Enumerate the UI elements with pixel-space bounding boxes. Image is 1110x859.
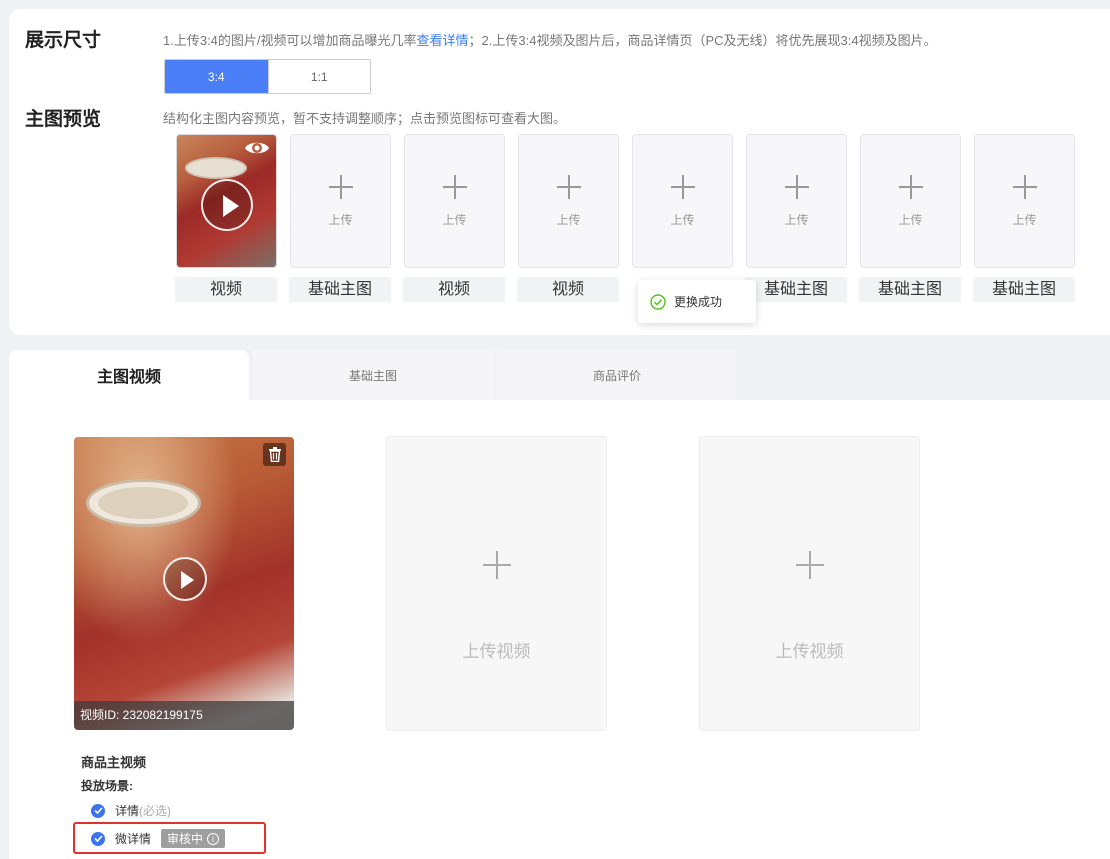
upload-thumb[interactable]: 上传 xyxy=(404,134,505,268)
scene-option-detail[interactable]: 详情 (必选) xyxy=(91,802,171,819)
video-id: 视频ID: 232082199175 xyxy=(74,701,294,730)
ratio-1-1-button[interactable]: 1:1 xyxy=(267,60,370,93)
thumb-caption: 基础主图 xyxy=(973,277,1075,302)
upload-label: 上传 xyxy=(442,213,467,227)
ratio-toggle: 3:4 1:1 xyxy=(164,59,371,94)
display-size-hint-text-2: ；2.上传3:4视频及图片后，商品详情页（PC及无线）将优先展现3:4视频及图片… xyxy=(468,33,937,48)
upload-thumb[interactable]: 上传 xyxy=(632,134,733,268)
upload-video-label: 上传视频 xyxy=(462,642,531,661)
check-icon xyxy=(93,807,103,814)
plus-icon xyxy=(442,175,467,199)
upload-video-label: 上传视频 xyxy=(775,642,844,661)
media-tabs: 主图视频 基础主图 商品评价 xyxy=(9,350,1110,400)
upload-thumb[interactable]: 上传 xyxy=(860,134,961,268)
thumb-caption: 基础主图 xyxy=(745,277,847,302)
thumb-caption: 基础主图 xyxy=(289,277,391,302)
display-size-hint-text-1: 1.上传3:4的图片/视频可以增加商品曝光几率 xyxy=(163,33,417,48)
main-video-panel: 视频ID: 232082199175 上传视频 上传视频 商品主视频 投放场景:… xyxy=(9,400,1110,859)
upload-label: 上传 xyxy=(670,213,695,227)
main-preview-hint: 结构化主图内容预览，暂不支持调整顺序；点击预览图标可查看大图。 xyxy=(163,111,567,126)
scene-label: 投放场景: xyxy=(81,779,133,793)
thumb-caption: 视频 xyxy=(517,277,619,302)
eye-icon[interactable] xyxy=(244,139,270,157)
upload-label: 上传 xyxy=(1012,213,1037,227)
main-preview-title: 主图预览 xyxy=(25,109,102,130)
upload-thumb[interactable]: 上传 xyxy=(974,134,1075,268)
upload-thumb[interactable]: 上传 xyxy=(518,134,619,268)
trash-icon xyxy=(268,447,281,462)
thumb-caption: 基础主图 xyxy=(859,277,961,302)
thumb-caption: 视频 xyxy=(175,277,277,302)
play-icon[interactable] xyxy=(201,179,253,231)
display-size-hint: 1.上传3:4的图片/视频可以增加商品曝光几率查看详情；2.上传3:4视频及图片… xyxy=(163,30,937,49)
delete-button[interactable] xyxy=(263,443,286,466)
tab-main-video[interactable]: 主图视频 xyxy=(9,350,249,400)
plus-icon xyxy=(795,551,824,579)
toast-text: 更换成功 xyxy=(674,295,723,309)
display-size-title: 展示尺寸 xyxy=(25,30,102,51)
upload-video-slot[interactable]: 上传视频 xyxy=(386,436,607,731)
plus-icon xyxy=(898,175,923,199)
check-circle-icon xyxy=(650,293,666,310)
thumb-caption: 视频 xyxy=(403,277,505,302)
ratio-3-4-button[interactable]: 3:4 xyxy=(165,60,268,93)
view-details-link[interactable]: 查看详情 xyxy=(417,33,469,48)
plus-icon xyxy=(1012,175,1037,199)
required-note: (必选) xyxy=(139,804,172,818)
success-toast: 更换成功 xyxy=(638,280,756,323)
upload-thumb[interactable]: 上传 xyxy=(746,134,847,268)
plus-icon xyxy=(482,551,511,579)
upload-label: 上传 xyxy=(556,213,581,227)
plus-icon xyxy=(328,175,353,199)
cup-inner xyxy=(98,487,188,519)
plus-icon xyxy=(784,175,809,199)
video-card[interactable]: 视频ID: 232082199175 xyxy=(74,437,294,730)
preview-thumbnails: 视频 上传 基础主图 上传 视频 上传 视频 上传 上传 基础主图 上传 基础主… xyxy=(166,134,1110,304)
upload-thumb[interactable]: 上传 xyxy=(290,134,391,268)
upload-label: 上传 xyxy=(898,213,923,227)
video-section-title: 商品主视频 xyxy=(81,755,147,770)
upload-label: 上传 xyxy=(784,213,809,227)
upload-video-slot[interactable]: 上传视频 xyxy=(699,436,920,731)
plus-icon xyxy=(556,175,581,199)
plus-icon xyxy=(670,175,695,199)
highlight-box xyxy=(73,822,266,854)
upload-label: 上传 xyxy=(328,213,353,227)
scene-option-label: 详情 xyxy=(115,804,140,818)
preview-thumb-video[interactable] xyxy=(176,134,277,268)
tab-product-review[interactable]: 商品评价 xyxy=(497,350,737,400)
checkbox-checked[interactable] xyxy=(91,803,105,818)
tab-basic-image[interactable]: 基础主图 xyxy=(253,350,493,400)
cup-image xyxy=(185,157,247,179)
play-icon[interactable] xyxy=(163,557,207,601)
